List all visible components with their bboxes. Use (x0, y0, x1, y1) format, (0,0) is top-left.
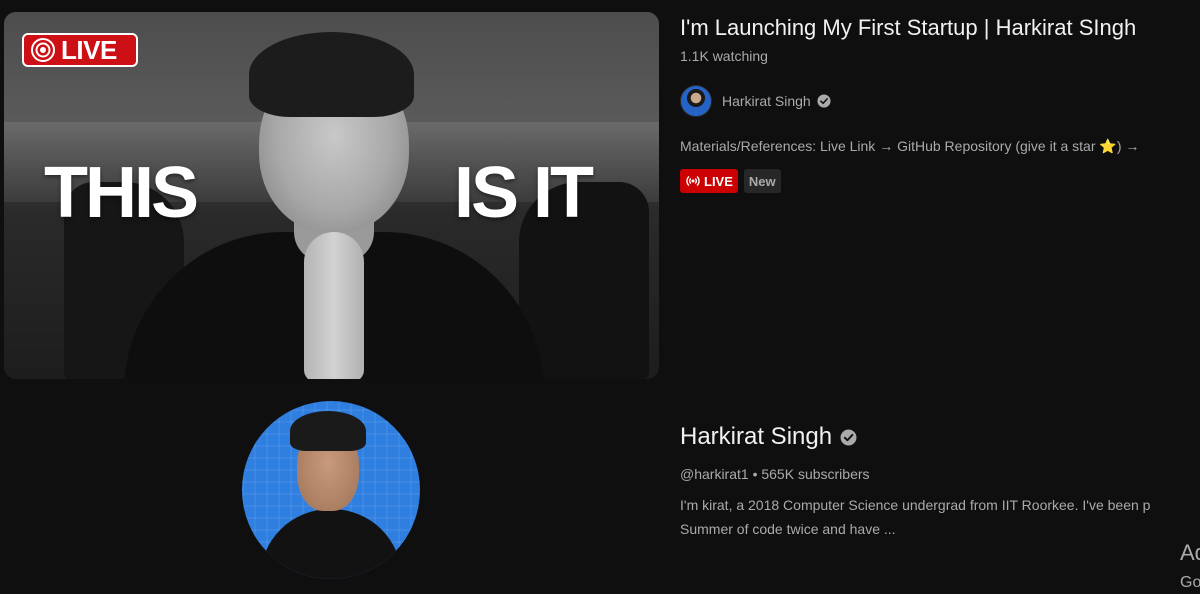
channel-name-text[interactable]: Harkirat Singh (680, 423, 832, 451)
video-channel-name[interactable]: Harkirat Singh (722, 93, 811, 109)
thumbnail-text-right: IS IT (454, 153, 594, 233)
thumbnail-live-label: LIVE (61, 34, 117, 65)
channel-description: I'm kirat, a 2018 Computer Science under… (680, 493, 1200, 541)
channel-description-line-2: Summer of code twice and have ... (680, 521, 896, 537)
channel-avatar[interactable] (242, 401, 420, 579)
live-badge-label: LIVE (704, 173, 733, 189)
new-badge: New (743, 169, 781, 193)
live-broadcast-icon (31, 38, 55, 62)
search-results: THIS IS IT LIVE I'm Launching My First S… (0, 0, 1200, 594)
avatar-person-hair (290, 411, 366, 451)
cropped-edge-text: Ad (1180, 540, 1200, 565)
video-title[interactable]: I'm Launching My First Startup | Harkira… (680, 14, 1200, 42)
channel-handle-subscribers: @harkirat1 • 565K subscribers (680, 466, 870, 482)
channel-avatar-small[interactable] (680, 85, 712, 117)
verified-check-icon (817, 94, 831, 108)
video-info: I'm Launching My First Startup | Harkira… (680, 14, 1200, 64)
live-broadcast-icon (686, 175, 700, 187)
live-badge: LIVE (680, 169, 738, 193)
channel-name[interactable]: Harkirat Singh (680, 423, 857, 451)
thumbnail-person-hair (249, 32, 414, 117)
video-thumbnail[interactable]: THIS IS IT LIVE (4, 12, 659, 379)
video-description-snippet: Materials/References: Live Link → GitHub… (680, 138, 1140, 154)
cropped-edge-text-secondary: Go (1180, 574, 1200, 591)
avatar-person-body (260, 509, 402, 579)
thumbnail-live-badge: LIVE (22, 33, 138, 67)
video-channel-link[interactable]: Harkirat Singh (680, 85, 831, 117)
channel-description-line-1: I'm kirat, a 2018 Computer Science under… (680, 497, 1151, 513)
thumbnail-text-left: THIS (44, 153, 199, 233)
video-badges: LIVE New (680, 169, 781, 193)
thumbnail-hands (304, 232, 364, 379)
watching-count: 1.1K watching (680, 48, 768, 64)
verified-check-icon (840, 429, 857, 445)
